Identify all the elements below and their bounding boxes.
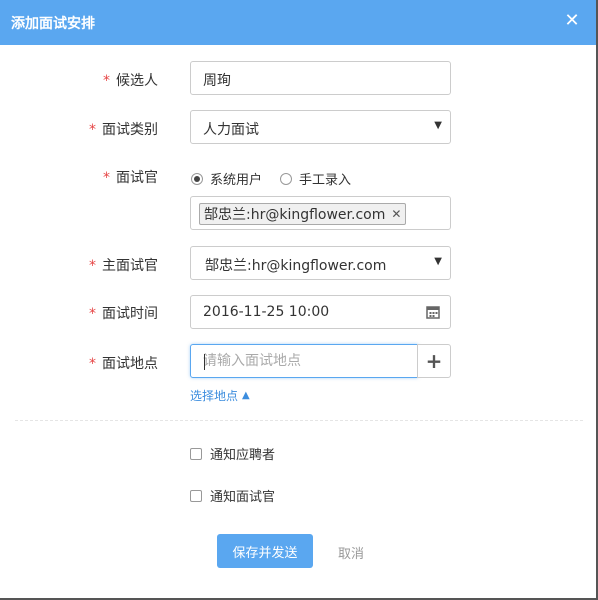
close-icon[interactable]: ✕ [562,11,582,31]
add-location-button[interactable]: + [417,344,451,378]
calendar-icon[interactable] [426,305,440,319]
notify-interviewer-checkbox[interactable]: 通知面试官 [190,486,275,505]
interview-time-value: 2016-11-25 10:00 [203,304,330,320]
remove-tag-icon[interactable]: ✕ [391,207,401,221]
radio-checked-icon [191,172,203,185]
lead-interviewer-label: * 主面试官 [89,258,158,274]
dialog-title: 添加面试安排 [11,16,95,32]
required-mark: * [103,170,110,186]
add-interview-dialog: 添加面试安排 ✕ * 候选人 周珣 * 面试类别 人力面试 ▼ * 面试官 系统用户 … [0,0,598,600]
dialog-header: 添加面试安排 ✕ [0,0,596,45]
lead-interviewer-value: 郜忠兰:hr@kingflower.com [205,258,387,274]
interview-location-input[interactable] [191,345,417,377]
chevron-up-icon: ▲ [242,390,250,401]
radio-unchecked-icon [280,172,292,185]
required-mark: * [103,73,110,89]
radio-system-user[interactable]: 系统用户 [191,169,262,188]
checkbox-icon [190,489,202,502]
interview-time-label: * 面试时间 [89,306,158,322]
interviewer-tag-input[interactable]: 郜忠兰:hr@kingflower.com ✕ [190,196,451,230]
lead-interviewer-select[interactable]: 郜忠兰:hr@kingflower.com ▼ [190,246,451,280]
required-mark: * [89,122,96,138]
interviewer-label: * 面试官 [103,170,158,186]
chevron-down-icon: ▼ [434,256,442,267]
interview-location-label: * 面试地点 [89,356,158,372]
interview-time-input[interactable]: 2016-11-25 10:00 [190,295,451,329]
divider [15,420,583,421]
interview-type-value: 人力面试 [203,122,259,138]
candidate-label: * 候选人 [103,73,158,89]
interview-type-label: * 面试类别 [89,122,158,138]
required-mark: * [89,306,96,322]
text-cursor [204,354,205,370]
radio-manual-entry[interactable]: 手工录入 [280,169,351,188]
candidate-input[interactable]: 周珣 [190,61,451,95]
interviewer-tag: 郜忠兰:hr@kingflower.com ✕ [199,203,407,225]
save-and-send-button[interactable]: 保存并发送 [217,534,313,568]
chevron-down-icon: ▼ [434,120,442,131]
cancel-button[interactable]: 取消 [338,543,364,562]
required-mark: * [89,258,96,274]
interview-type-select[interactable]: 人力面试 ▼ [190,110,451,144]
required-mark: * [89,356,96,372]
checkbox-icon [190,447,202,460]
interview-location-field [190,344,418,378]
choose-location-link[interactable]: 选择地点 ▲ [190,387,250,404]
notify-candidate-checkbox[interactable]: 通知应聘者 [190,444,275,463]
candidate-value: 周珣 [203,73,231,89]
